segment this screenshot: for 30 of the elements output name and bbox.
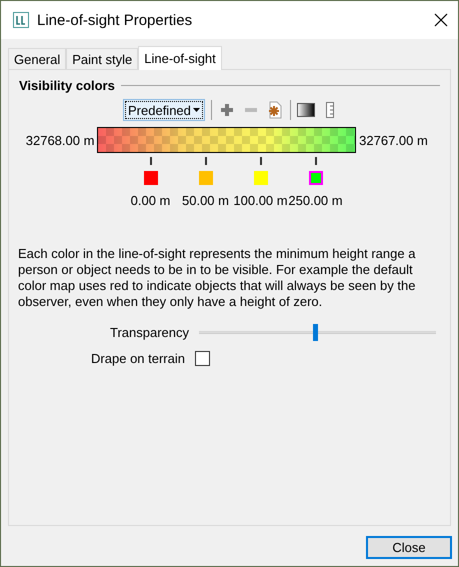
- color-stop[interactable]: [308, 171, 322, 185]
- stop-tick: [150, 157, 152, 165]
- max-value-label: 32767.00 m: [358, 132, 429, 148]
- gradient-icon[interactable]: [296, 101, 315, 119]
- tab[interactable]: Line-of-sight: [138, 46, 222, 70]
- close-button[interactable]: Close: [366, 536, 452, 559]
- caret-icon: [192, 108, 200, 112]
- stop-tick: [260, 157, 262, 165]
- color-stop[interactable]: [198, 171, 212, 185]
- section-title: Visibility colors: [19, 78, 115, 93]
- stop-tick: [314, 157, 316, 165]
- transparency-label: Transparency: [109, 325, 189, 340]
- tab[interactable]: General: [8, 48, 66, 69]
- color-stop[interactable]: [144, 171, 158, 185]
- drape-label: Drape on terrain: [90, 351, 185, 366]
- tab[interactable]: Paint style: [66, 48, 138, 69]
- min-value-label: 32768.00 m: [24, 132, 96, 148]
- description-text: Each color in the line-of-sight represents the minimum height range a person or object needs to be in to be visible. For example the default color map uses red to indicate objects that will always be seen by the observer, even when they only have a height of zero.: [18, 246, 416, 310]
- preset-dropdown[interactable]: Predefined: [123, 99, 205, 121]
- stop-tick: [204, 157, 206, 165]
- drape-checkbox[interactable]: [195, 351, 210, 366]
- window-title: Line-of-sight Properties: [37, 12, 194, 28]
- stop-label: 250.00 m: [288, 193, 343, 208]
- app-icon: [13, 12, 29, 28]
- close-icon[interactable]: [434, 13, 448, 27]
- stop-label: 100.00 m: [233, 193, 288, 208]
- color-stop[interactable]: [254, 171, 268, 185]
- stop-label: 50.00 m: [182, 193, 229, 208]
- slider-thumb[interactable]: [313, 324, 318, 341]
- stop-label: 0.00 m: [130, 193, 170, 208]
